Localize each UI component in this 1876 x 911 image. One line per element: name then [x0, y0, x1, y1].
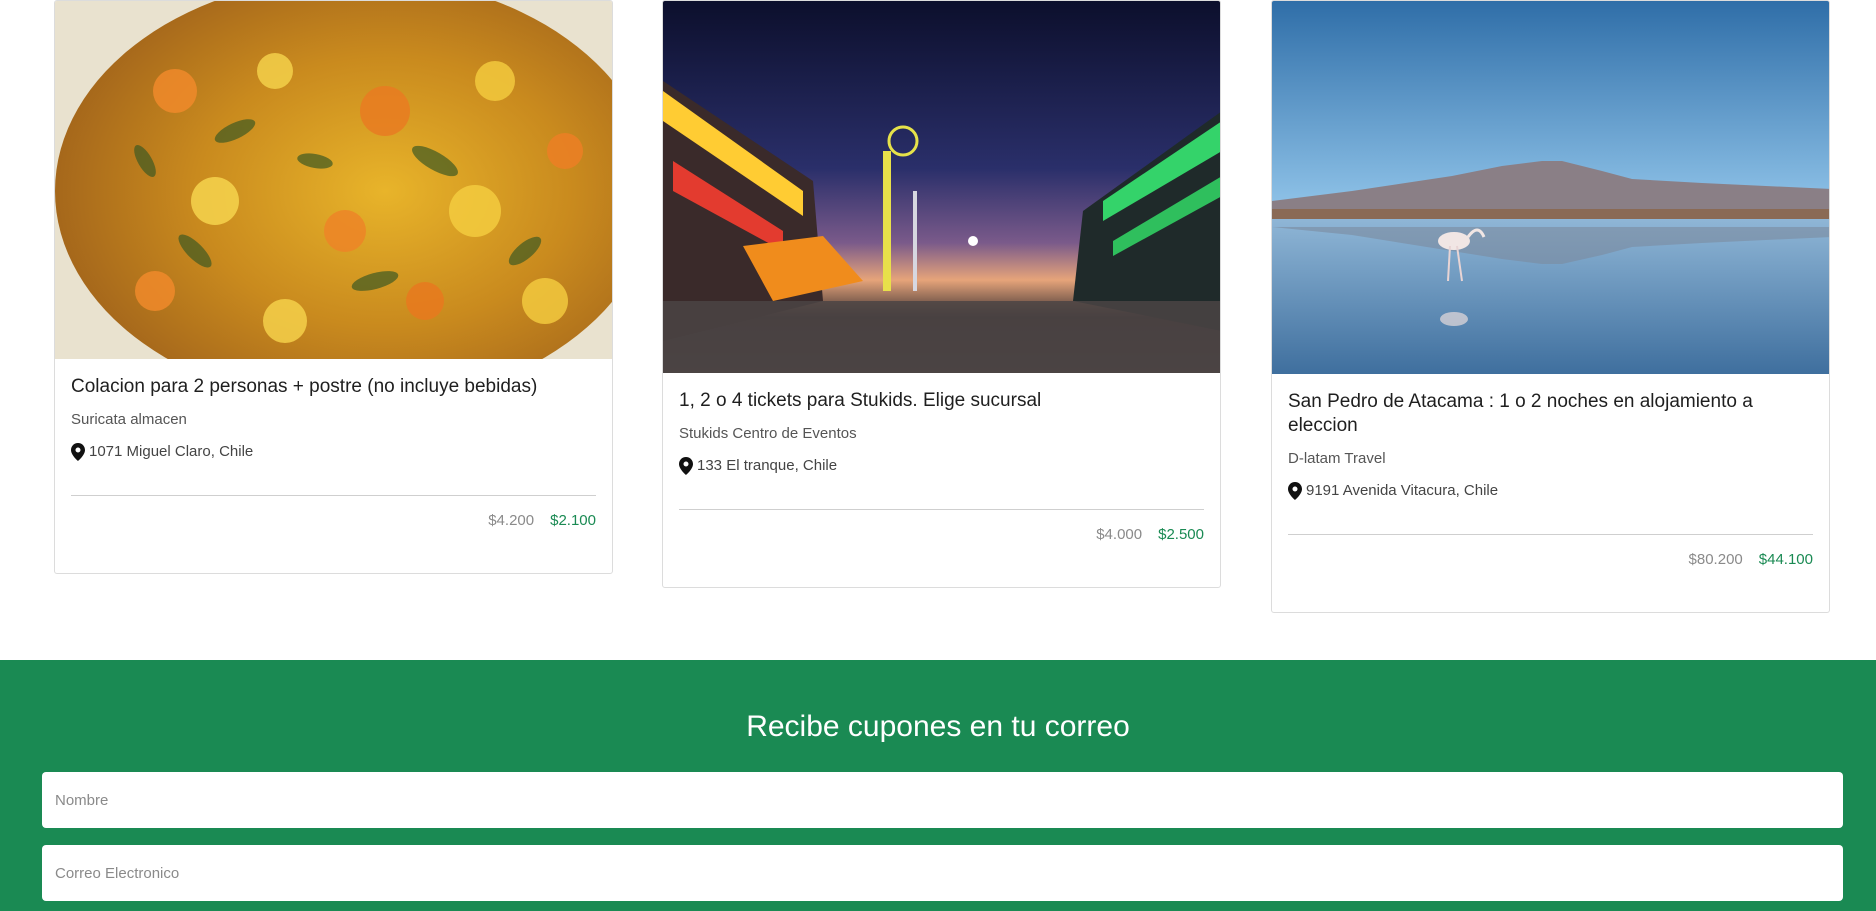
divider [71, 495, 596, 496]
old-price: $80.200 [1688, 551, 1743, 568]
name-input[interactable] [42, 772, 1843, 828]
newsletter-section: Recibe cupones en tu correo [0, 660, 1876, 911]
deal-card[interactable]: San Pedro de Atacama : 1 o 2 noches en a… [1271, 0, 1830, 613]
deal-image-atacama[interactable] [1272, 1, 1829, 374]
divider [1288, 534, 1813, 535]
deal-location: 1071 Miguel Claro, Chile [71, 441, 596, 463]
deal-card[interactable]: 1, 2 o 4 tickets para Stukids. Elige suc… [662, 0, 1221, 588]
email-input[interactable] [42, 845, 1843, 901]
location-text: 1071 Miguel Claro, Chile [89, 443, 254, 460]
map-pin-icon [679, 457, 693, 475]
new-price: $2.100 [550, 512, 596, 529]
merchant-name: Suricata almacen [71, 411, 187, 428]
merchant-name: D-latam Travel [1288, 450, 1386, 467]
map-pin-icon [1288, 482, 1302, 500]
location-text: 133 El tranque, Chile [697, 457, 838, 474]
map-pin-icon [71, 443, 85, 461]
deal-image-fair[interactable] [663, 1, 1220, 373]
deals-grid: Colacion para 2 personas + postre (no in… [0, 0, 1876, 660]
deal-location: 9191 Avenida Vitacura, Chile [1288, 480, 1813, 502]
price-row: $80.200 $44.100 [1288, 551, 1813, 588]
old-price: $4.200 [488, 512, 535, 529]
newsletter-title: Recibe cupones en tu correo [746, 710, 1130, 743]
divider [679, 509, 1204, 510]
deal-card[interactable]: Colacion para 2 personas + postre (no in… [54, 0, 613, 574]
new-price: $44.100 [1758, 551, 1813, 568]
old-price: $4.000 [1096, 526, 1143, 543]
merchant-name: Stukids Centro de Eventos [679, 425, 857, 442]
deal-image-food[interactable] [55, 1, 612, 359]
price-row: $4.000 $2.500 [679, 526, 1204, 563]
price-row: $4.200 $2.100 [71, 512, 596, 549]
deal-title[interactable]: San Pedro de Atacama : 1 o 2 noches en a… [1288, 390, 1813, 438]
deal-title[interactable]: 1, 2 o 4 tickets para Stukids. Elige suc… [679, 389, 1204, 413]
location-text: 9191 Avenida Vitacura, Chile [1306, 482, 1499, 499]
deal-title[interactable]: Colacion para 2 personas + postre (no in… [71, 375, 596, 399]
new-price: $2.500 [1158, 526, 1204, 543]
deal-location: 133 El tranque, Chile [679, 455, 1204, 477]
